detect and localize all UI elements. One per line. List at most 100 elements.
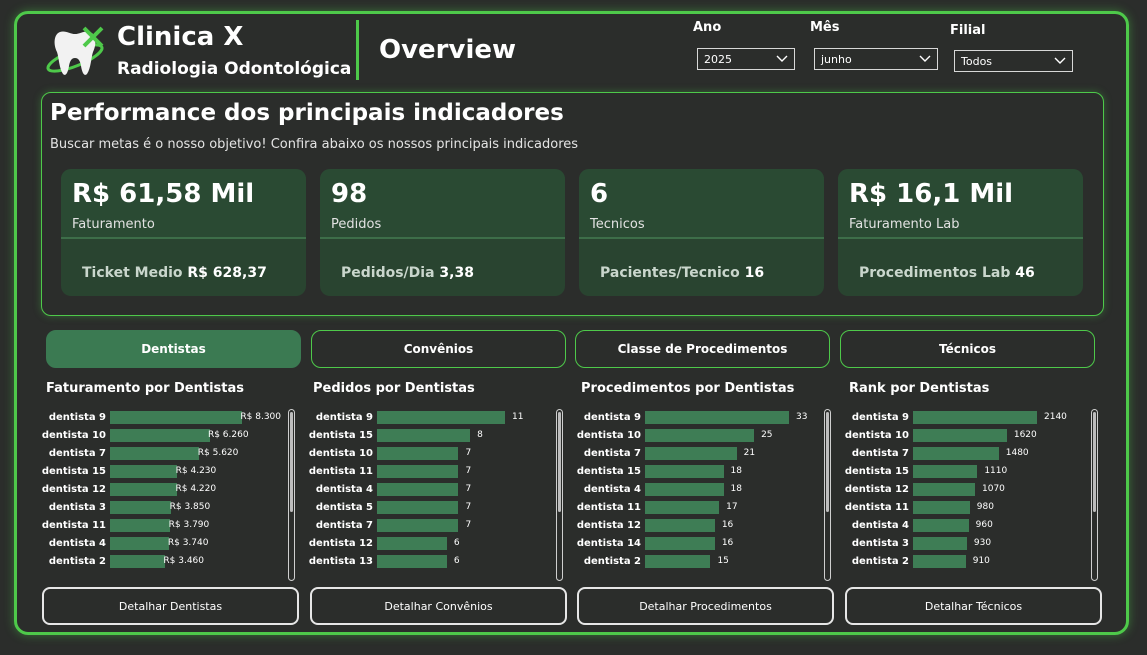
kpi-secondary-label: Procedimentos Lab: [859, 265, 1011, 281]
bar[interactable]: [645, 537, 715, 550]
bar[interactable]: [377, 447, 459, 460]
bar[interactable]: [110, 555, 166, 568]
bar[interactable]: [377, 537, 447, 550]
bar[interactable]: [377, 411, 505, 424]
filter-select-ano[interactable]: 2025: [697, 48, 795, 70]
chart-row: dentista 13 6: [309, 553, 568, 571]
chart-row: dentista 10 1620: [845, 427, 1104, 445]
bar[interactable]: [110, 465, 178, 478]
bar-category-label: dentista 10: [844, 430, 909, 441]
chart-row: dentista 4 7: [313, 481, 568, 499]
tooth-logo-icon: [46, 26, 104, 75]
tab-classe-procedimentos[interactable]: Classe de Procedimentos: [575, 330, 830, 368]
bar[interactable]: [913, 465, 978, 478]
kpi-label: Faturamento: [72, 217, 155, 232]
chevron-down-icon: [919, 55, 931, 62]
bar[interactable]: [377, 429, 471, 442]
tab-tecnicos[interactable]: Técnicos: [840, 330, 1095, 368]
bar[interactable]: [645, 429, 755, 442]
scrollbar-thumb[interactable]: [290, 412, 293, 512]
chart-row: dentista 2 910: [849, 553, 1104, 571]
bar-value-label: 7: [465, 502, 472, 512]
kpi-secondary: Pedidos/Dia 3,38: [341, 265, 474, 281]
detalhar-dentistas-button[interactable]: Detalhar Dentistas: [42, 587, 299, 625]
chart-row: dentista 3 R$ 3.850: [46, 499, 301, 517]
bar[interactable]: [377, 483, 459, 496]
filter-select-mes[interactable]: junho: [814, 48, 938, 70]
bar[interactable]: [913, 519, 969, 532]
page-title: Overview: [379, 35, 517, 65]
bar[interactable]: [913, 555, 966, 568]
bar[interactable]: [645, 501, 720, 514]
bar[interactable]: [110, 483, 178, 496]
detalhar-tecnicos-button[interactable]: Detalhar Técnicos: [845, 587, 1102, 625]
bar-category-label: dentista 11: [844, 502, 909, 513]
bar[interactable]: [110, 411, 242, 424]
bar[interactable]: [913, 429, 1007, 442]
chart-row: dentista 7 R$ 5.620: [46, 445, 301, 463]
bar[interactable]: [913, 447, 999, 460]
bar[interactable]: [913, 537, 967, 550]
bar-value-label: 6: [453, 538, 460, 548]
bar[interactable]: [645, 447, 737, 460]
bar[interactable]: [110, 501, 172, 514]
bar-category-label: dentista 9: [48, 412, 106, 423]
scrollbar-faturamento[interactable]: [288, 409, 295, 581]
bar-category-label: dentista 4: [583, 484, 641, 495]
bar-value-label: 25: [761, 430, 773, 440]
bar[interactable]: [645, 411, 789, 424]
bar-category-label: dentista 12: [41, 484, 106, 495]
bar[interactable]: [110, 519, 171, 532]
scrollbar-procedimentos[interactable]: [824, 409, 831, 581]
bar[interactable]: [110, 447, 200, 460]
bar-category-label: dentista 3: [851, 538, 909, 549]
bar[interactable]: [645, 555, 711, 568]
bar-value-label: R$ 4.230: [175, 466, 217, 476]
detalhar-procedimentos-button[interactable]: Detalhar Procedimentos: [577, 587, 834, 625]
scrollbar-thumb[interactable]: [558, 412, 561, 512]
bar-value-label: 16: [721, 538, 734, 548]
bar-category-label: dentista 12: [576, 520, 641, 531]
chart-row: dentista 9 R$ 8.300: [46, 409, 301, 427]
tab-dentistas[interactable]: Dentistas: [46, 330, 301, 368]
chart-row: dentista 4 18: [581, 481, 836, 499]
tab-convenios[interactable]: Convênios: [311, 330, 566, 368]
bar[interactable]: [110, 537, 170, 550]
scrollbar-rank[interactable]: [1091, 409, 1098, 581]
bar[interactable]: [377, 519, 459, 532]
bar-category-label: dentista 15: [41, 466, 106, 477]
bar[interactable]: [645, 465, 724, 478]
bar-value-label: R$ 5.620: [197, 448, 239, 458]
kpi-section-subtitle: Buscar metas é o nosso objetivo! Confira…: [50, 137, 579, 152]
kpi-label: Faturamento Lab: [849, 217, 960, 232]
bar-value-label: 17: [726, 502, 738, 512]
bar-value-label: 7: [465, 484, 472, 494]
bar[interactable]: [377, 501, 459, 514]
filter-select-filial[interactable]: Todos: [954, 50, 1073, 72]
bar[interactable]: [377, 465, 459, 478]
bar[interactable]: [913, 483, 975, 496]
bar-category-label: dentista 4: [48, 538, 106, 549]
bar[interactable]: [377, 555, 447, 568]
detalhar-convenios-button[interactable]: Detalhar Convênios: [310, 587, 567, 625]
bar-category-label: dentista 2: [583, 556, 641, 567]
header-divider: [356, 20, 359, 80]
scrollbar-pedidos[interactable]: [556, 409, 563, 581]
chart-row: dentista 10 R$ 6.260: [42, 427, 301, 445]
bar[interactable]: [645, 519, 715, 532]
bar-value-label: 21: [743, 448, 756, 458]
scrollbar-thumb[interactable]: [1093, 412, 1096, 512]
bar-category-label: dentista 15: [844, 466, 909, 477]
bar[interactable]: [913, 501, 970, 514]
kpi-secondary-value: 3,38: [439, 265, 474, 281]
scrollbar-thumb[interactable]: [826, 412, 829, 512]
bar-category-label: dentista 9: [583, 412, 641, 423]
chart-row: dentista 2 15: [581, 553, 836, 571]
bar[interactable]: [110, 429, 210, 442]
bar[interactable]: [645, 483, 724, 496]
chart-title-procedimentos: Procedimentos por Dentistas: [581, 381, 795, 396]
kpi-value: 6: [590, 179, 609, 209]
bar[interactable]: [913, 411, 1037, 424]
bar-category-label: dentista 11: [308, 466, 373, 477]
kpi-secondary-label: Pacientes/Tecnico: [600, 265, 740, 281]
